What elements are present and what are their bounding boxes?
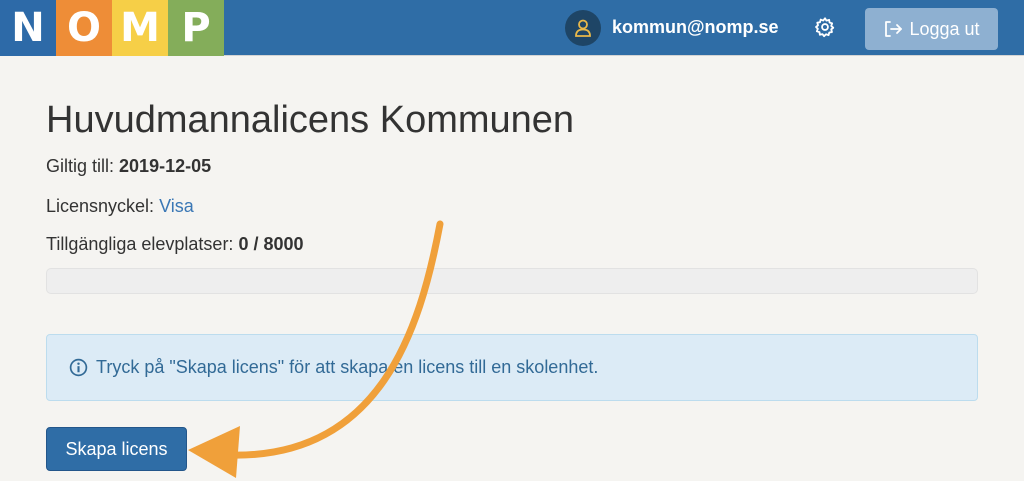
- seats-progress-bar: [46, 268, 978, 294]
- page-title: Huvudmannalicens Kommunen: [46, 99, 575, 141]
- logout-icon: [885, 21, 903, 37]
- info-alert-text: Tryck på "Skapa licens" för att skapa en…: [96, 357, 599, 377]
- license-key-label: Licensnyckel:: [46, 196, 155, 216]
- info-icon: [69, 358, 88, 377]
- nomp-logo[interactable]: N O M P: [0, 0, 224, 56]
- create-license-button[interactable]: Skapa licens: [46, 427, 187, 471]
- valid-until-value: 2019-12-05: [119, 156, 212, 176]
- info-alert: Tryck på "Skapa licens" för att skapa en…: [46, 334, 978, 401]
- logo-letter-m: M: [112, 0, 168, 56]
- seats-line: Tillgängliga elevplatser: 0 / 8000: [46, 234, 304, 255]
- logout-label: Logga ut: [909, 18, 980, 39]
- logo-letter-n: N: [0, 0, 56, 56]
- logo-letter-o: O: [56, 0, 112, 56]
- valid-until-line: Giltig till: 2019-12-05: [46, 156, 211, 177]
- logo-letter-p: P: [168, 0, 224, 56]
- valid-until-label: Giltig till:: [46, 156, 115, 176]
- seats-label: Tillgängliga elevplatser:: [46, 234, 234, 254]
- user-email[interactable]: kommun@nomp.se: [612, 17, 779, 38]
- seats-value: 0 / 8000: [238, 234, 304, 254]
- logout-button[interactable]: Logga ut: [865, 8, 998, 50]
- license-key-line: Licensnyckel: Visa: [46, 196, 194, 217]
- show-key-link[interactable]: Visa: [159, 196, 194, 216]
- gear-icon[interactable]: [814, 16, 836, 38]
- top-navbar: N O M P kommun@nomp.se Logga ut: [0, 0, 1024, 56]
- user-icon: [575, 19, 591, 37]
- user-avatar[interactable]: [565, 10, 601, 46]
